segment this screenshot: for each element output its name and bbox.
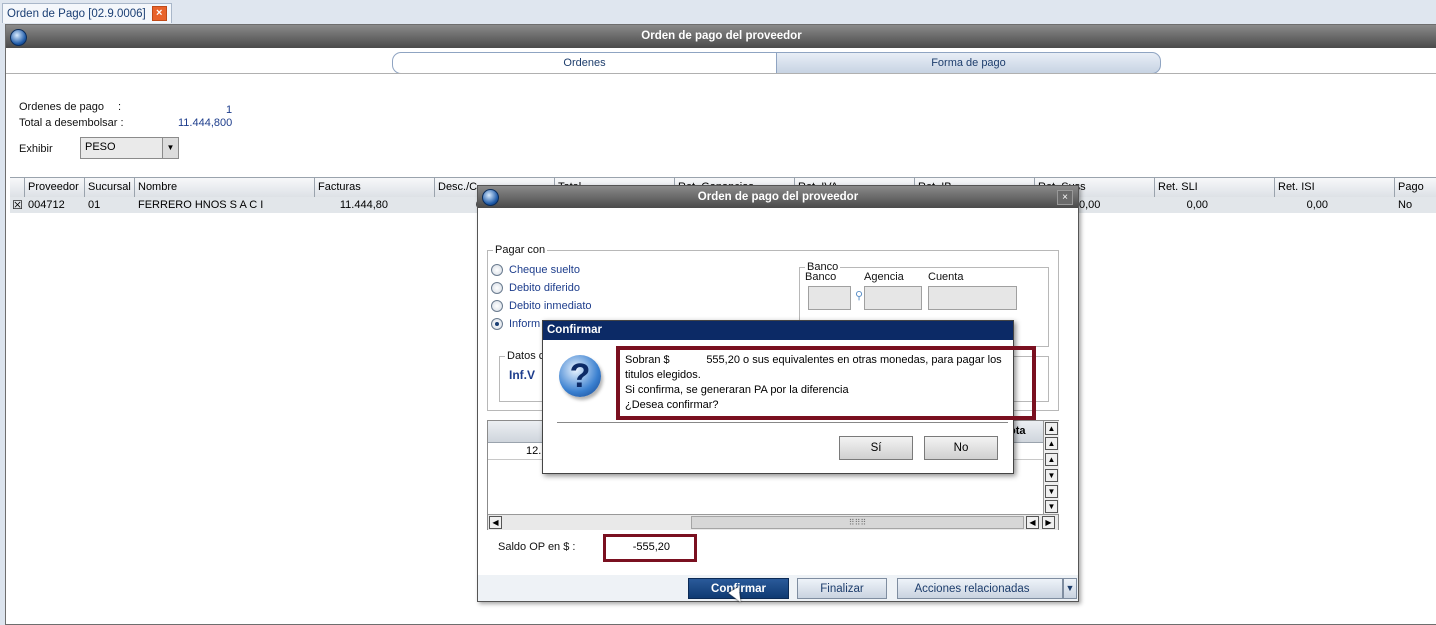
col-proveedor[interactable]: Proveedor: [25, 178, 85, 197]
message-line-3: Si confirma, se generaran PA por la dife…: [625, 384, 849, 396]
saldo-label: Saldo OP en $ :: [498, 541, 576, 553]
finalizar-button[interactable]: Finalizar: [797, 578, 887, 599]
document-tab-strip: [0, 0, 1436, 24]
payment-dialog-titlebar: Orden de pago del proveedor: [478, 186, 1078, 208]
radio-cheque-suelto-label[interactable]: Cheque suelto: [509, 264, 580, 276]
cuenta-input[interactable]: [928, 286, 1017, 310]
radio-inform[interactable]: [491, 318, 503, 330]
search-icon[interactable]: ⚲: [855, 289, 863, 302]
radio-debito-inmediato-label[interactable]: Debito inmediato: [509, 300, 592, 312]
col-sucursal[interactable]: Sucursal: [85, 178, 135, 197]
document-tab-label: Orden de Pago [02.9.0006]: [7, 7, 146, 20]
document-tab[interactable]: Orden de Pago [02.9.0006] ×: [2, 3, 172, 23]
confirm-dialog-titlebar: Confirmar: [543, 321, 1013, 340]
cell-nombre: FERRERO HNOS S A C I: [138, 199, 264, 211]
col-nombre[interactable]: Nombre: [135, 178, 315, 197]
agencia-input[interactable]: [864, 286, 922, 310]
payment-dialog-title: Orden de pago del proveedor: [697, 191, 859, 203]
scroll-bottom-icon[interactable]: ▼: [1045, 500, 1058, 513]
cell-facturas: 11.444,80: [339, 199, 388, 211]
close-icon[interactable]: ×: [1057, 190, 1073, 205]
message-line-4: ¿Desea confirmar?: [625, 399, 719, 411]
total-label: Total a desembolsar :: [19, 117, 124, 129]
inf-text: Inf.V: [509, 368, 535, 382]
grid-vscroll[interactable]: ▲ ▲ ▲ ▼ ▼ ▼: [1043, 421, 1059, 514]
saldo-value: -555,20: [632, 541, 670, 553]
tab-divider: [6, 73, 1436, 74]
acciones-dropdown-icon[interactable]: ▼: [1063, 578, 1077, 599]
exhibir-label: Exhibir: [19, 143, 53, 155]
cell-ret-isi: 0,00: [1306, 199, 1328, 211]
banco-label: Banco: [805, 271, 837, 283]
tab-forma-de-pago-label: Forma de pago: [931, 57, 1006, 69]
app-menu-icon[interactable]: [10, 29, 27, 46]
confirm-dialog-title: Confirmar: [547, 324, 602, 336]
confirm-divider: [557, 422, 1008, 423]
header-select-col: [10, 178, 25, 197]
tab-ordenes[interactable]: Ordenes: [392, 52, 777, 74]
main-window-title: Orden de pago del proveedor: [641, 30, 802, 42]
col-facturas[interactable]: Facturas: [315, 178, 435, 197]
scroll-right-end-icon[interactable]: ▶: [1042, 516, 1055, 529]
dialog-menu-icon[interactable]: [482, 189, 499, 206]
acciones-button[interactable]: Acciones relacionadas: [897, 578, 1063, 599]
datos-label: Datos c: [505, 350, 547, 362]
exhibir-select[interactable]: PESO ▼: [80, 137, 179, 159]
radio-debito-inmediato[interactable]: [491, 300, 503, 312]
col-ret-isi[interactable]: Ret. ISI: [1275, 178, 1395, 197]
scroll-down-icon[interactable]: ▼: [1045, 469, 1058, 482]
ordenes-value: 1: [226, 104, 233, 116]
row-checkbox[interactable]: ☒: [10, 197, 25, 213]
radio-cheque-suelto[interactable]: [491, 264, 503, 276]
close-tab-icon[interactable]: ×: [151, 6, 167, 21]
confirm-message: Sobran $ 555,20 o sus equivalentes en ot…: [625, 353, 1015, 413]
hscroll-thumb[interactable]: ⠿⠿⠿: [691, 516, 1024, 529]
cell-proveedor: 004712: [28, 199, 65, 211]
chevron-down-icon[interactable]: ▼: [162, 138, 178, 158]
exhibir-value: PESO: [85, 141, 116, 153]
total-value: 11.444,800: [178, 117, 233, 129]
radio-debito-diferido-label[interactable]: Debito diferido: [509, 282, 580, 294]
no-button[interactable]: No: [924, 436, 998, 460]
question-icon: ?: [559, 355, 601, 397]
cell-ret-suss: 0,00: [1079, 199, 1101, 211]
message-line-2: titulos elegidos.: [625, 369, 701, 381]
banco-input[interactable]: [808, 286, 851, 310]
ordenes-label: Ordenes de pago: [19, 101, 105, 113]
cell-pago-ce: No: [1398, 199, 1413, 211]
pagar-con-label: Pagar con: [493, 244, 548, 256]
main-window-titlebar: Orden de pago del proveedor: [6, 25, 1436, 48]
grid-hscroll[interactable]: ◀ ⠿⠿⠿ ◀ ▶: [488, 514, 1058, 530]
cell-sucursal: 01: [88, 199, 101, 211]
scroll-top-icon[interactable]: ▲: [1045, 422, 1058, 435]
grid-cell: 12.: [526, 445, 542, 457]
scroll-pageup-icon[interactable]: ▲: [1045, 437, 1058, 450]
cuenta-label: Cuenta: [928, 271, 964, 283]
scroll-left-icon[interactable]: ◀: [489, 516, 502, 529]
col-pago-ce[interactable]: Pago CE: [1395, 178, 1436, 212]
col-ret-sli[interactable]: Ret. SLI: [1155, 178, 1275, 197]
tab-ordenes-label: Ordenes: [563, 57, 606, 69]
cell-ret-sli: 0,00: [1186, 199, 1208, 211]
yes-button[interactable]: Sí: [839, 436, 913, 460]
confirm-dialog: Confirmar ? Sobran $ 555,20 o sus equiva…: [542, 320, 1036, 474]
scroll-pagedown-icon[interactable]: ▼: [1045, 485, 1058, 498]
ordenes-colon: :: [118, 101, 122, 113]
tab-forma-de-pago[interactable]: Forma de pago: [776, 52, 1161, 74]
message-line-1: Sobran $ 555,20 o sus equivalentes en ot…: [625, 354, 1002, 366]
scroll-right-icon[interactable]: ◀: [1026, 516, 1039, 529]
radio-debito-diferido[interactable]: [491, 282, 503, 294]
scroll-up-icon[interactable]: ▲: [1045, 453, 1058, 466]
radio-inform-label[interactable]: Inform: [509, 318, 540, 330]
agencia-label: Agencia: [864, 271, 904, 283]
